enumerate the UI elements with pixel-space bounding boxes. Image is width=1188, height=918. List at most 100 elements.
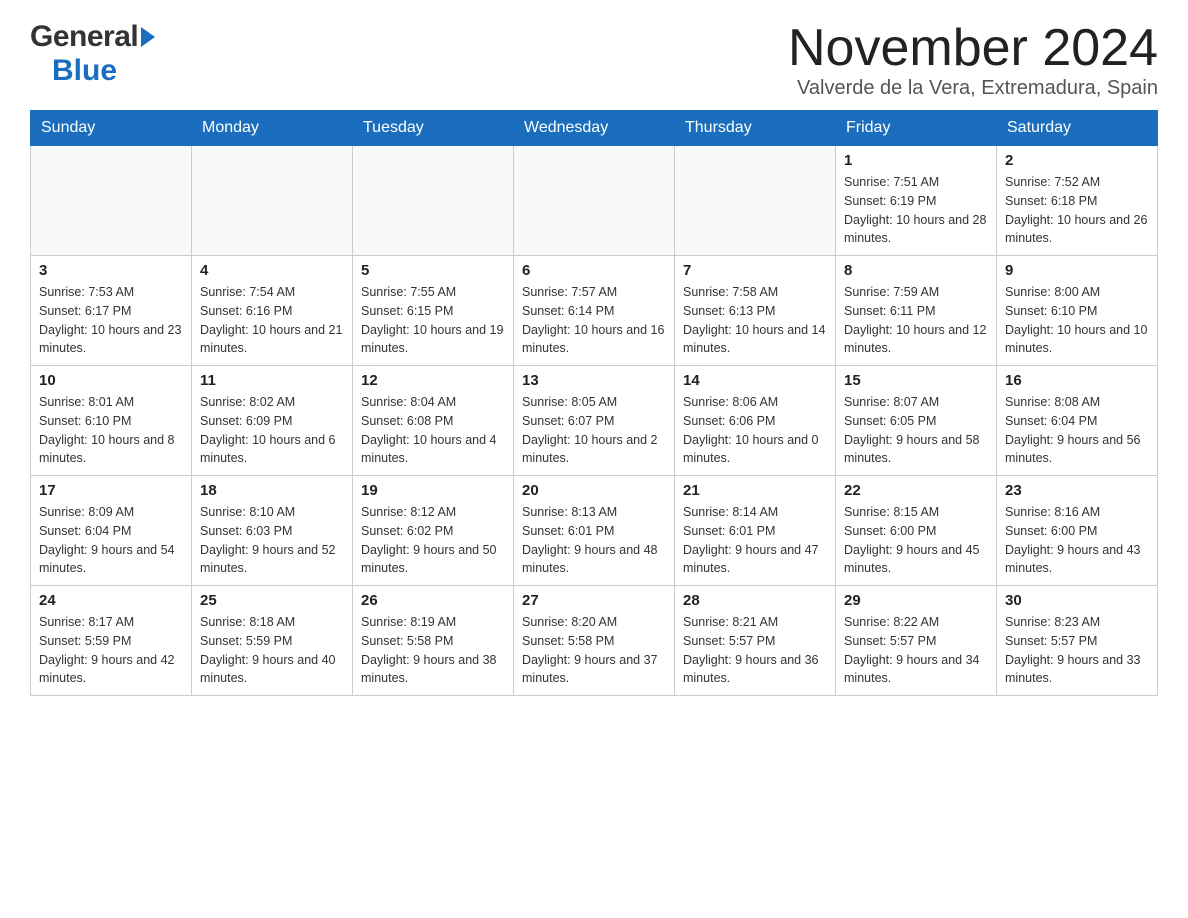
calendar-cell	[514, 146, 675, 256]
calendar-cell: 4 Sunrise: 7:54 AMSunset: 6:16 PMDaylight…	[192, 256, 353, 366]
day-info: Sunrise: 7:58 AMSunset: 6:13 PMDaylight:…	[683, 283, 827, 358]
logo: General Blue	[30, 20, 155, 88]
day-info: Sunrise: 7:53 AMSunset: 6:17 PMDaylight:…	[39, 283, 183, 358]
day-info: Sunrise: 8:09 AMSunset: 6:04 PMDaylight:…	[39, 503, 183, 578]
day-number: 30	[1005, 592, 1149, 609]
day-number: 12	[361, 372, 505, 389]
day-info: Sunrise: 8:23 AMSunset: 5:57 PMDaylight:…	[1005, 613, 1149, 688]
calendar-cell: 22 Sunrise: 8:15 AMSunset: 6:00 PMDayligh…	[836, 476, 997, 586]
day-number: 29	[844, 592, 988, 609]
day-info: Sunrise: 8:13 AMSunset: 6:01 PMDaylight:…	[522, 503, 666, 578]
calendar-header-row: SundayMondayTuesdayWednesdayThursdayFrid…	[31, 111, 1158, 146]
calendar-cell: 17 Sunrise: 8:09 AMSunset: 6:04 PMDayligh…	[31, 476, 192, 586]
calendar-cell: 6 Sunrise: 7:57 AMSunset: 6:14 PMDaylight…	[514, 256, 675, 366]
day-number: 19	[361, 482, 505, 499]
calendar-cell: 26Sunrise: 8:19 AMSunset: 5:58 PMDayligh…	[353, 586, 514, 696]
calendar-cell: 10 Sunrise: 8:01 AMSunset: 6:10 PMDayligh…	[31, 366, 192, 476]
page-header: General Blue November 2024 Valverde de l…	[30, 20, 1158, 100]
day-info: Sunrise: 7:59 AMSunset: 6:11 PMDaylight:…	[844, 283, 988, 358]
calendar-day-header: Thursday	[675, 111, 836, 146]
calendar-day-header: Sunday	[31, 111, 192, 146]
day-info: Sunrise: 8:22 AMSunset: 5:57 PMDaylight:…	[844, 613, 988, 688]
day-info: Sunrise: 8:01 AMSunset: 6:10 PMDaylight:…	[39, 393, 183, 468]
day-info: Sunrise: 8:17 AMSunset: 5:59 PMDaylight:…	[39, 613, 183, 688]
logo-general-text: General	[30, 20, 155, 54]
day-number: 9	[1005, 262, 1149, 279]
day-number: 23	[1005, 482, 1149, 499]
calendar-cell: 18Sunrise: 8:10 AMSunset: 6:03 PMDayligh…	[192, 476, 353, 586]
day-info: Sunrise: 8:07 AMSunset: 6:05 PMDaylight:…	[844, 393, 988, 468]
calendar-cell: 29 Sunrise: 8:22 AMSunset: 5:57 PMDayligh…	[836, 586, 997, 696]
day-info: Sunrise: 8:16 AMSunset: 6:00 PMDaylight:…	[1005, 503, 1149, 578]
day-info: Sunrise: 8:05 AMSunset: 6:07 PMDaylight:…	[522, 393, 666, 468]
day-number: 27	[522, 592, 666, 609]
calendar-cell	[675, 146, 836, 256]
day-info: Sunrise: 8:12 AMSunset: 6:02 PMDaylight:…	[361, 503, 505, 578]
day-number: 22	[844, 482, 988, 499]
day-info: Sunrise: 8:06 AMSunset: 6:06 PMDaylight:…	[683, 393, 827, 468]
day-number: 17	[39, 482, 183, 499]
calendar-cell: 15 Sunrise: 8:07 AMSunset: 6:05 PMDayligh…	[836, 366, 997, 476]
calendar-week-row: 24Sunrise: 8:17 AMSunset: 5:59 PMDayligh…	[31, 586, 1158, 696]
day-info: Sunrise: 7:54 AMSunset: 6:16 PMDaylight:…	[200, 283, 344, 358]
day-number: 15	[844, 372, 988, 389]
day-number: 3	[39, 262, 183, 279]
day-info: Sunrise: 8:20 AMSunset: 5:58 PMDaylight:…	[522, 613, 666, 688]
day-info: Sunrise: 8:08 AMSunset: 6:04 PMDaylight:…	[1005, 393, 1149, 468]
title-block: November 2024 Valverde de la Vera, Extre…	[788, 20, 1158, 100]
logo-blue-text: Blue	[52, 54, 117, 88]
day-info: Sunrise: 8:18 AMSunset: 5:59 PMDaylight:…	[200, 613, 344, 688]
calendar-cell: 5 Sunrise: 7:55 AMSunset: 6:15 PMDaylight…	[353, 256, 514, 366]
day-number: 4	[200, 262, 344, 279]
day-number: 20	[522, 482, 666, 499]
calendar-cell: 14 Sunrise: 8:06 AMSunset: 6:06 PMDayligh…	[675, 366, 836, 476]
day-info: Sunrise: 8:04 AMSunset: 6:08 PMDaylight:…	[361, 393, 505, 468]
calendar-cell: 7Sunrise: 7:58 AMSunset: 6:13 PMDaylight…	[675, 256, 836, 366]
day-number: 6	[522, 262, 666, 279]
calendar-cell: 11Sunrise: 8:02 AMSunset: 6:09 PMDayligh…	[192, 366, 353, 476]
calendar-day-header: Wednesday	[514, 111, 675, 146]
day-info: Sunrise: 8:14 AMSunset: 6:01 PMDaylight:…	[683, 503, 827, 578]
month-title: November 2024	[788, 20, 1158, 77]
day-info: Sunrise: 8:00 AMSunset: 6:10 PMDaylight:…	[1005, 283, 1149, 358]
day-number: 16	[1005, 372, 1149, 389]
calendar-cell: 24Sunrise: 8:17 AMSunset: 5:59 PMDayligh…	[31, 586, 192, 696]
calendar-cell: 2Sunrise: 7:52 AMSunset: 6:18 PMDaylight…	[997, 146, 1158, 256]
calendar-day-header: Monday	[192, 111, 353, 146]
day-number: 13	[522, 372, 666, 389]
location-title: Valverde de la Vera, Extremadura, Spain	[788, 77, 1158, 100]
calendar-cell: 8 Sunrise: 7:59 AMSunset: 6:11 PMDaylight…	[836, 256, 997, 366]
calendar-day-header: Saturday	[997, 111, 1158, 146]
calendar-cell: 12 Sunrise: 8:04 AMSunset: 6:08 PMDayligh…	[353, 366, 514, 476]
calendar-cell: 25 Sunrise: 8:18 AMSunset: 5:59 PMDayligh…	[192, 586, 353, 696]
day-info: Sunrise: 7:51 AMSunset: 6:19 PMDaylight:…	[844, 173, 988, 248]
calendar-cell: 16 Sunrise: 8:08 AMSunset: 6:04 PMDayligh…	[997, 366, 1158, 476]
day-number: 1	[844, 152, 988, 169]
calendar-cell: 9 Sunrise: 8:00 AMSunset: 6:10 PMDaylight…	[997, 256, 1158, 366]
calendar-cell: 28Sunrise: 8:21 AMSunset: 5:57 PMDayligh…	[675, 586, 836, 696]
calendar-cell	[31, 146, 192, 256]
calendar-cell: 19 Sunrise: 8:12 AMSunset: 6:02 PMDayligh…	[353, 476, 514, 586]
calendar-week-row: 10 Sunrise: 8:01 AMSunset: 6:10 PMDayligh…	[31, 366, 1158, 476]
day-number: 18	[200, 482, 344, 499]
day-number: 26	[361, 592, 505, 609]
day-number: 2	[1005, 152, 1149, 169]
calendar-week-row: 1 Sunrise: 7:51 AMSunset: 6:19 PMDaylight…	[31, 146, 1158, 256]
day-number: 8	[844, 262, 988, 279]
calendar-cell: 27 Sunrise: 8:20 AMSunset: 5:58 PMDayligh…	[514, 586, 675, 696]
day-info: Sunrise: 8:15 AMSunset: 6:00 PMDaylight:…	[844, 503, 988, 578]
calendar-cell: 23 Sunrise: 8:16 AMSunset: 6:00 PMDayligh…	[997, 476, 1158, 586]
calendar-table: SundayMondayTuesdayWednesdayThursdayFrid…	[30, 110, 1158, 696]
calendar-cell	[353, 146, 514, 256]
day-number: 21	[683, 482, 827, 499]
day-info: Sunrise: 7:55 AMSunset: 6:15 PMDaylight:…	[361, 283, 505, 358]
day-number: 28	[683, 592, 827, 609]
day-number: 14	[683, 372, 827, 389]
calendar-week-row: 3 Sunrise: 7:53 AMSunset: 6:17 PMDaylight…	[31, 256, 1158, 366]
day-number: 10	[39, 372, 183, 389]
calendar-cell: 21 Sunrise: 8:14 AMSunset: 6:01 PMDayligh…	[675, 476, 836, 586]
day-number: 5	[361, 262, 505, 279]
day-number: 25	[200, 592, 344, 609]
calendar-cell: 1 Sunrise: 7:51 AMSunset: 6:19 PMDaylight…	[836, 146, 997, 256]
day-info: Sunrise: 7:57 AMSunset: 6:14 PMDaylight:…	[522, 283, 666, 358]
